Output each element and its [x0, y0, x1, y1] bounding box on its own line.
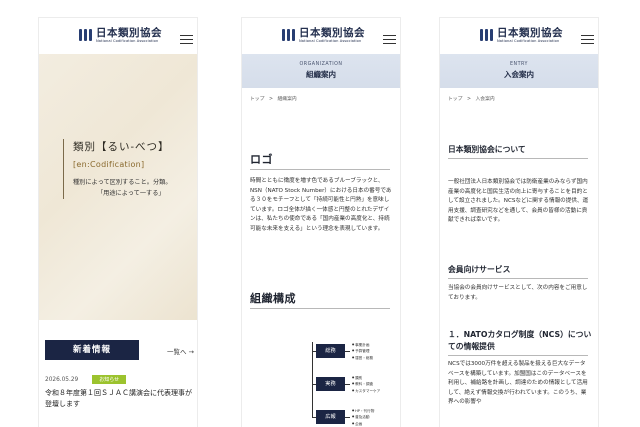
- heading-divider: [448, 158, 588, 159]
- breadcrumb: トップ > 組織案内: [250, 95, 300, 102]
- ncs-item-heading: １．NATOカタログ制度（NCS）についての情報提供: [448, 330, 592, 351]
- logo-title: 日本類別協会: [497, 27, 563, 39]
- about-text: 一般社団法人日本類別協会では防衛産業のみならず国内産業の高度化と国民生活の向上に…: [448, 179, 589, 223]
- news-category-badge: お知らせ: [92, 375, 127, 384]
- dept-kouhou: 広報: [316, 410, 345, 424]
- org-link-line: [345, 417, 350, 418]
- site-logo[interactable]: 日本類別協会 National Codification Association: [282, 27, 365, 44]
- news-meta: 2026.05.29 お知らせ: [45, 375, 127, 384]
- breadcrumb-separator: >: [268, 97, 273, 102]
- site-header: 日本類別協会 National Codification Association: [39, 18, 197, 54]
- hero-english: [en:Codification]: [73, 160, 145, 169]
- organization-screen: 日本類別協会 National Codification Association…: [242, 18, 400, 427]
- breadcrumb-separator: >: [466, 97, 471, 102]
- logo-heading: ロゴ: [250, 153, 273, 166]
- heading-divider: [448, 355, 588, 356]
- page-title: 入会案内: [504, 70, 534, 79]
- site-header: 日本類別協会 National Codification Association: [242, 18, 400, 54]
- services-text: 当協会の会員向けサービスとして、次の内容をご用意しております。: [448, 285, 588, 301]
- ncs-item-text: NCSでは3000万件を超える製品を扱える巨大なデータベースを構築しています。加…: [448, 361, 588, 405]
- heading-divider: [250, 169, 390, 170]
- news-more-link[interactable]: 一覧へ →: [167, 346, 194, 356]
- dept-jitsumu-items: 類別 教科・調査 カスタマーケア: [352, 375, 380, 394]
- hero-example: 「用途によって一する」: [97, 190, 165, 197]
- news-item-title[interactable]: 令和８年度第１回ＳＪＡＣ講演会に代表理事が登壇します: [45, 388, 195, 410]
- hero-word: 類別【るい-べつ】: [73, 141, 170, 153]
- org-link-line: [345, 351, 350, 352]
- org-trunk-line: [312, 342, 313, 417]
- logo-subtitle: National Codification Association: [299, 39, 362, 43]
- breadcrumb: トップ > 入会案内: [448, 95, 498, 102]
- org-chart: 総務 事業計画 予算管理 運営・総務 実務 類別 教科・調査 カスタマーケア 広…: [312, 330, 398, 427]
- logo-title: 日本類別協会: [96, 27, 162, 39]
- page-banner: ENTRY 入会案内: [440, 54, 598, 88]
- heading-divider: [448, 278, 588, 279]
- page-banner: ORGANIZATION 組織案内: [242, 54, 400, 88]
- hero-definition: 類別【るい-べつ】 [en:Codification] 種別によって区別すること…: [63, 139, 172, 199]
- dept-kouhou-items: HP・刊行物 普及活動 企画: [352, 408, 374, 427]
- about-heading: 日本類別協会について: [448, 145, 526, 154]
- logo-mark-icon: [79, 29, 92, 41]
- hero-section: 類別【るい-べつ】 [en:Codification] 種別によって区別すること…: [39, 54, 197, 320]
- dept-item: カスタマーケア: [352, 388, 380, 394]
- dept-soumu: 総務: [316, 344, 345, 358]
- breadcrumb-current: 入会案内: [475, 97, 495, 102]
- logo-description: 時間とともに徴度を増す色であるブルーブラックと、NSN（NATO Stock N…: [250, 178, 392, 232]
- logo-mark-icon: [282, 29, 295, 41]
- entry-screen: 日本類別協会 National Codification Association…: [440, 18, 598, 427]
- heading-divider: [250, 308, 390, 309]
- site-logo[interactable]: 日本類別協会 National Codification Association: [79, 27, 162, 44]
- dept-jitsumu: 実務: [316, 377, 345, 391]
- site-logo[interactable]: 日本類別協会 National Codification Association: [480, 27, 563, 44]
- logo-title: 日本類別協会: [299, 27, 365, 39]
- org-link-line: [345, 384, 350, 385]
- news-header: 新着情報 一覧へ →: [45, 340, 197, 360]
- hamburger-menu-icon[interactable]: [180, 35, 193, 44]
- dept-soumu-items: 事業計画 予算管理 運営・総務: [352, 342, 373, 361]
- breadcrumb-home-link[interactable]: トップ: [250, 97, 264, 102]
- banner-english: ORGANIZATION: [299, 62, 343, 67]
- news-title: 新着情報: [45, 340, 139, 360]
- hamburger-menu-icon[interactable]: [581, 35, 594, 44]
- structure-heading: 組織構成: [250, 292, 296, 305]
- hero-description: 種別によって区別すること。分類。: [73, 179, 172, 186]
- logo-mark-icon: [480, 29, 493, 41]
- banner-english: ENTRY: [509, 62, 528, 67]
- news-date: 2026.05.29: [45, 376, 79, 383]
- services-heading: 会員向けサービス: [448, 265, 511, 274]
- dept-item: 運営・総務: [352, 355, 373, 361]
- page-title: 組織案内: [306, 70, 336, 79]
- home-screen: 日本類別協会 National Codification Association…: [39, 18, 197, 427]
- hamburger-menu-icon[interactable]: [383, 35, 396, 44]
- breadcrumb-current: 組織案内: [277, 97, 297, 102]
- dept-item: 企画: [352, 421, 374, 427]
- logo-subtitle: National Codification Association: [96, 39, 159, 43]
- logo-subtitle: National Codification Association: [497, 39, 560, 43]
- site-header: 日本類別協会 National Codification Association: [440, 18, 598, 54]
- breadcrumb-home-link[interactable]: トップ: [448, 97, 462, 102]
